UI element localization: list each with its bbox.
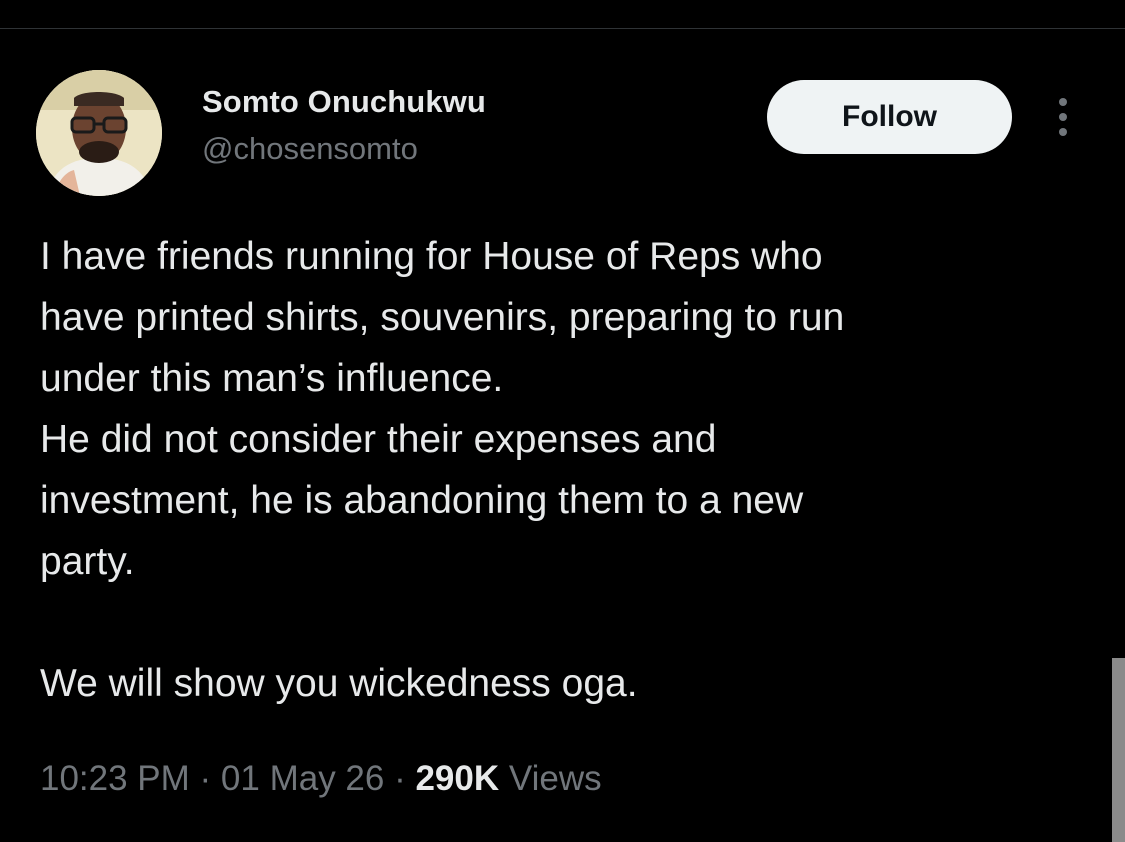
- tweet-line: have printed shirts, souvenirs, preparin…: [40, 296, 845, 339]
- avatar-photo-icon: [36, 70, 162, 196]
- author-name[interactable]: Somto Onuchukwu: [202, 84, 486, 120]
- scrollbar-thumb[interactable]: [1112, 658, 1125, 842]
- meta-separator: ·: [189, 759, 221, 798]
- tweet-date[interactable]: 01 May 26: [221, 759, 384, 798]
- tweet-line: I have friends running for House of Reps…: [40, 235, 823, 278]
- follow-button[interactable]: Follow: [767, 80, 1012, 154]
- tweet-line: party.: [40, 540, 135, 583]
- tweet-closing-line: We will show you wickedness oga.: [40, 662, 638, 705]
- tweet-line: He did not consider their expenses and: [40, 418, 717, 461]
- views-count: 290K: [415, 759, 500, 798]
- tweet-text: I have friends running for House of Reps…: [40, 226, 1080, 714]
- tweet-line: under this man’s influence.: [40, 357, 504, 400]
- author-handle[interactable]: @chosensomto: [202, 131, 418, 167]
- tweet-line: investment, he is abandoning them to a n…: [40, 479, 804, 522]
- tweet-time[interactable]: 10:23 PM: [40, 759, 190, 798]
- views-label: Views: [499, 759, 602, 798]
- tweet-meta: 10:23 PM · 01 May 26 · 290K Views: [40, 759, 602, 799]
- more-vertical-icon[interactable]: [1046, 94, 1080, 140]
- top-divider: [0, 28, 1125, 29]
- meta-separator: ·: [384, 759, 416, 798]
- avatar[interactable]: [36, 70, 162, 196]
